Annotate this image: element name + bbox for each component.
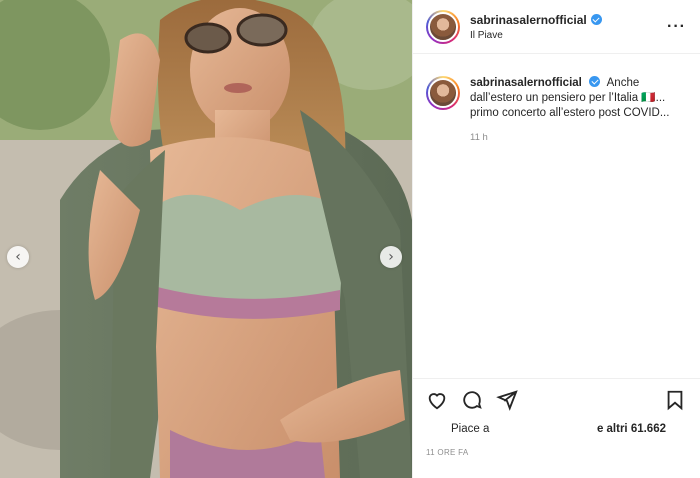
caption-avatar[interactable] [426, 76, 460, 110]
caption-time[interactable]: 11 h [470, 130, 685, 145]
header-text: sabrinasalernofficial Il Piave [470, 13, 667, 41]
avatar-image [428, 78, 458, 108]
post-container: ‹ › sabrinasalernofficial Il Piave ··· s… [0, 0, 700, 478]
liked-by-label: Piace a [451, 423, 490, 435]
bookmark-icon [667, 390, 683, 411]
post-timestamp[interactable]: 11 ORE FA [426, 448, 686, 457]
action-bar [426, 387, 686, 413]
actions-section: Piace a e altri 61.662 11 ORE FA [413, 378, 700, 478]
send-icon [496, 390, 518, 411]
username-link[interactable]: sabrinasalernofficial [470, 13, 587, 27]
more-horizontal-icon: ··· [667, 17, 686, 35]
post-side-panel: sabrinasalernofficial Il Piave ··· sabri… [412, 0, 700, 478]
share-button[interactable] [496, 389, 518, 411]
post-photo [0, 0, 412, 478]
chevron-left-icon: ‹ [15, 249, 21, 265]
next-photo-button[interactable]: › [380, 246, 402, 268]
more-options-button[interactable]: ··· [667, 18, 686, 36]
username-row: sabrinasalernofficial [470, 13, 667, 27]
likes-summary: Piace a e altri 61.662 [426, 423, 686, 435]
avatar-image [428, 11, 458, 42]
comments-section: sabrinasalernofficial Anche dall’estero … [413, 54, 700, 378]
caption: sabrinasalernofficial Anche dall’estero … [426, 76, 686, 145]
chevron-right-icon: › [388, 249, 394, 265]
verified-badge-icon [590, 14, 602, 25]
avatar[interactable] [426, 9, 460, 44]
caption-body: sabrinasalernofficial Anche dall’estero … [470, 76, 685, 145]
save-button[interactable] [664, 389, 686, 411]
caption-username-link[interactable]: sabrinasalernofficial [470, 77, 582, 89]
heart-icon [428, 393, 446, 410]
previous-photo-button[interactable]: ‹ [7, 246, 29, 268]
like-button[interactable] [426, 389, 448, 411]
comment-icon [463, 391, 482, 409]
comment-button[interactable] [461, 389, 483, 411]
post-media[interactable]: ‹ › [0, 0, 412, 478]
likes-count-link[interactable]: e altri 61.662 [597, 423, 666, 435]
post-header: sabrinasalernofficial Il Piave ··· [413, 0, 700, 54]
verified-badge-icon [589, 76, 601, 87]
location-link[interactable]: Il Piave [470, 30, 667, 41]
